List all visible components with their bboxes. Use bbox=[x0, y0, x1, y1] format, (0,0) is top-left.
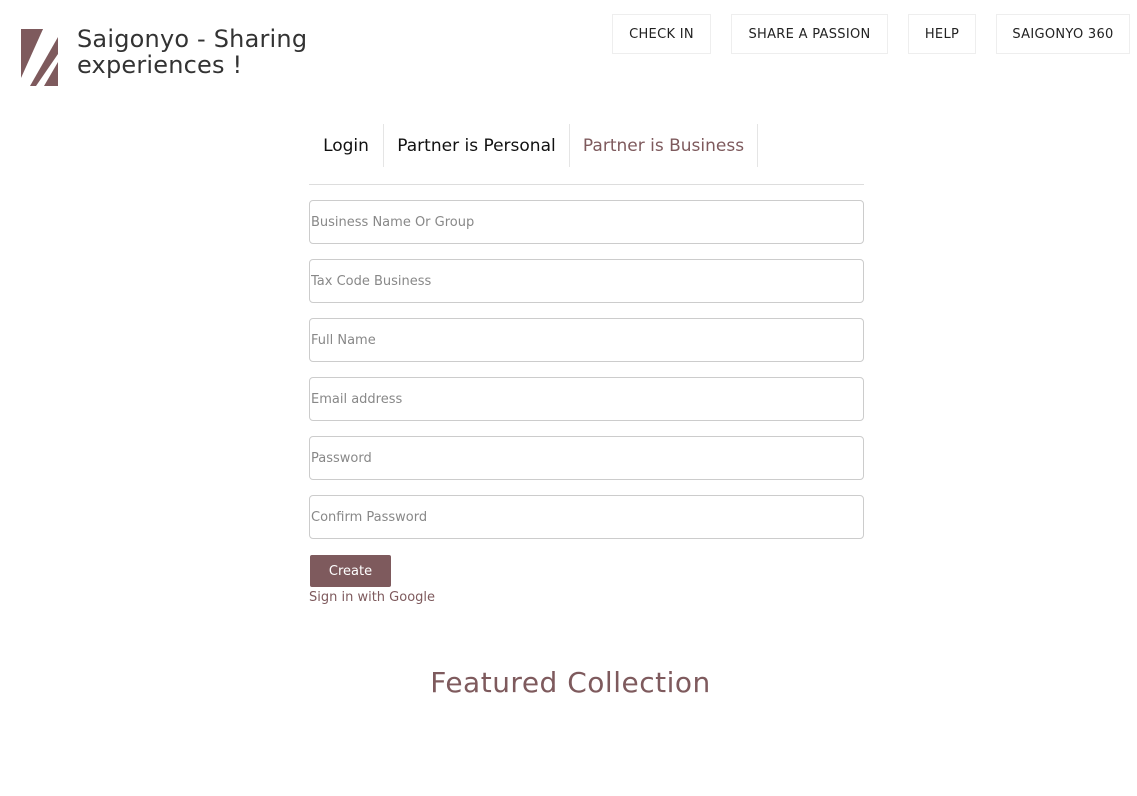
full-name-input[interactable] bbox=[309, 318, 864, 362]
email-input[interactable] bbox=[309, 377, 864, 421]
tab-login[interactable]: Login bbox=[309, 124, 384, 167]
password-input[interactable] bbox=[309, 436, 864, 480]
nav-check-in[interactable]: CHECK IN bbox=[612, 14, 711, 54]
tab-partner-personal[interactable]: Partner is Personal bbox=[384, 124, 570, 167]
featured-collection-heading: Featured Collection bbox=[430, 666, 711, 699]
business-name-input[interactable] bbox=[309, 200, 864, 244]
google-signin-link[interactable]: Sign in with Google bbox=[309, 590, 435, 605]
brand-title[interactable]: Saigonyo - Sharing experiences ! bbox=[77, 26, 337, 78]
confirm-password-input[interactable] bbox=[309, 495, 864, 539]
site-header: Saigonyo - Sharing experiences ! CHECK I… bbox=[0, 0, 1137, 100]
top-nav: CHECK IN SHARE A PASSION HELP SAIGONYO 3… bbox=[612, 14, 1130, 54]
create-button[interactable]: Create bbox=[310, 555, 391, 587]
nav-share-a-passion[interactable]: SHARE A PASSION bbox=[731, 14, 888, 54]
tab-partner-business[interactable]: Partner is Business bbox=[570, 124, 758, 167]
tax-code-input[interactable] bbox=[309, 259, 864, 303]
nav-help[interactable]: HELP bbox=[908, 14, 976, 54]
auth-tabs: Login Partner is Personal Partner is Bus… bbox=[309, 124, 864, 185]
nav-saigonyo-360[interactable]: SAIGONYO 360 bbox=[996, 14, 1130, 54]
saigonyo-logo-icon[interactable] bbox=[21, 29, 58, 86]
